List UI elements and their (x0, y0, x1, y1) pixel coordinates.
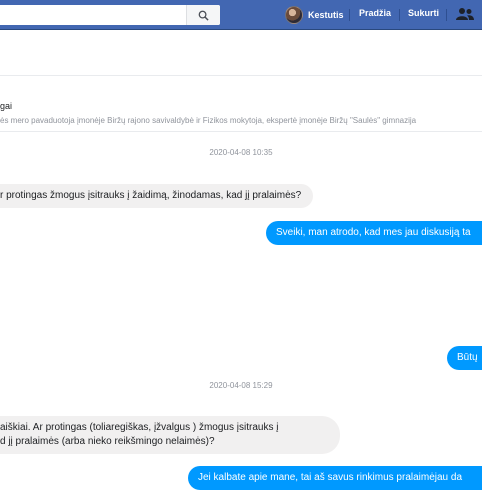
message-line: d jį pralaimės (arba nieko reikšmingo ne… (0, 436, 215, 447)
search-button[interactable] (186, 5, 220, 25)
top-navigation-bar: Kestutis Pradžia Sukurti (0, 0, 482, 30)
header-divider (0, 131, 482, 132)
profile-link[interactable]: Kestutis (285, 5, 344, 25)
incoming-message: r protingas žmogus įsitrauks į žaidimą, … (0, 184, 314, 208)
nav-divider (399, 9, 400, 21)
message-line: aiškiai. Ar protingas (toliaregiškas, įž… (0, 422, 279, 433)
header-divider (0, 75, 482, 76)
friends-icon[interactable] (456, 7, 474, 21)
outgoing-message: Sveiki, man atrodo, kad mes jau diskusij… (266, 221, 482, 245)
nav-divider (446, 9, 447, 21)
nav-divider (349, 9, 350, 21)
outgoing-message: Jei kalbate apie mane, tai aš savus rink… (188, 466, 482, 490)
outgoing-message: Būtų (447, 346, 482, 370)
home-link[interactable]: Pradžia (359, 8, 391, 18)
message-timestamp: 2020-04-08 15:29 (209, 381, 273, 390)
avatar (285, 6, 303, 24)
conversation-title: gai (0, 101, 13, 111)
message-timestamp: 2020-04-08 10:35 (209, 148, 273, 157)
search-icon (198, 10, 209, 21)
incoming-message: aiškiai. Ar protingas (toliaregiškas, įž… (0, 416, 340, 454)
create-link[interactable]: Sukurti (408, 8, 439, 18)
profile-name: Kestutis (308, 10, 344, 20)
conversation-subtitle: ės mero pavaduotoja įmonėje Biržų rajono… (0, 116, 417, 125)
